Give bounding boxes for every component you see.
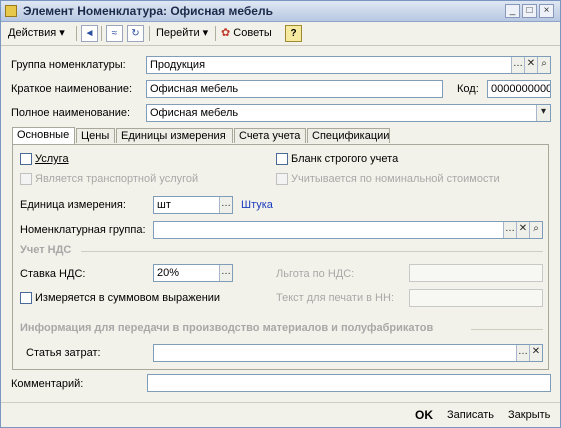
print-text-field [409, 289, 543, 307]
clear-icon[interactable]: ✕ [529, 345, 542, 361]
comment-field[interactable] [147, 374, 551, 392]
toolbar-separator [149, 26, 150, 41]
dropdown-arrow-icon[interactable]: ▾ [536, 105, 550, 121]
form-window: Элемент Номенклатура: Офисная мебель _ □… [0, 0, 561, 428]
short-name-label: Краткое наименование: [11, 83, 133, 95]
help-button[interactable]: ? [285, 25, 302, 42]
app-icon [5, 5, 17, 17]
goto-label: Перейти [156, 27, 200, 39]
full-name-label: Полное наименование: [11, 107, 131, 119]
nominal-label: Учитывается по номинальной стоимости [291, 173, 500, 185]
sum-checkbox[interactable] [20, 292, 32, 304]
unit-field[interactable]: шт … [153, 196, 233, 214]
select-button[interactable]: … [219, 197, 232, 213]
group-value: Продукция [150, 59, 206, 71]
transport-checkbox [20, 173, 32, 185]
vat-benefit-field [409, 264, 543, 282]
toolbar: Действия ▾ ◄ ≈ ↻ Перейти ▾ ✿ Советы ? [1, 22, 560, 46]
select-button[interactable]: … [511, 57, 524, 73]
minimize-button[interactable]: _ [505, 4, 520, 18]
save-button[interactable]: Записать [447, 409, 494, 421]
code-field[interactable]: 00000000000 [487, 80, 551, 98]
comment-label: Комментарий: [11, 378, 84, 390]
service-checkbox[interactable] [20, 153, 32, 165]
code-label: Код: [457, 83, 479, 95]
unit-value: шт [157, 199, 171, 211]
group-label: Группа номенклатуры: [11, 59, 126, 71]
select-button[interactable]: … [503, 222, 516, 238]
chevron-down-icon: ▾ [59, 27, 65, 39]
title-bar: Элемент Номенклатура: Офисная мебель _ □… [1, 1, 560, 22]
full-name-field[interactable]: Офисная мебель ▾ [146, 104, 551, 122]
back-arrow-icon[interactable]: ◄ [81, 25, 98, 42]
sum-label: Измеряется в суммовом выражении [35, 292, 221, 304]
search-icon[interactable]: ⌕ [537, 57, 550, 73]
vat-section-title: Учет НДС [20, 244, 72, 256]
maximize-button[interactable]: □ [522, 4, 537, 18]
tips-button[interactable]: ✿ Советы [221, 25, 272, 42]
tab-main[interactable]: Основные [12, 127, 75, 144]
vat-rate-field[interactable]: 20% … [153, 264, 233, 282]
select-button[interactable]: … [219, 265, 232, 281]
footer-bar: OK Записать Закрыть [1, 402, 560, 427]
tab-specifications[interactable]: Спецификации [307, 128, 390, 143]
section-divider [471, 329, 543, 330]
tips-icon: ✿ [221, 27, 231, 39]
ok-button[interactable]: OK [415, 408, 433, 422]
vat-rate-value: 20% [157, 267, 180, 279]
tips-label: Советы [233, 27, 272, 39]
section-divider [81, 251, 543, 252]
actions-label: Действия [8, 27, 57, 39]
refresh-icon[interactable]: ↻ [127, 25, 144, 42]
service-label: Услуга [35, 153, 69, 165]
search-icon[interactable]: ⌕ [529, 222, 542, 238]
nomen-group-field[interactable]: … ✕ ⌕ [153, 221, 543, 239]
clear-icon[interactable]: ✕ [524, 57, 537, 73]
select-button[interactable]: … [516, 345, 529, 361]
production-section-title: Информация для передачи в производство м… [20, 322, 434, 334]
short-name-field[interactable]: Офисная мебель [146, 80, 443, 98]
vat-rate-label: Ставка НДС: [20, 268, 86, 280]
close-button[interactable]: Закрыть [508, 409, 550, 421]
tab-prices[interactable]: Цены [76, 128, 115, 143]
window-title: Элемент Номенклатура: Офисная мебель [23, 4, 273, 18]
nomen-group-label: Номенклатурная группа: [20, 224, 146, 236]
unit-label: Единица измерения: [20, 199, 126, 211]
tab-panel-main: Услуга Бланк строгого учета Является тра… [12, 144, 549, 370]
goto-menu[interactable]: Перейти ▾ [156, 25, 208, 42]
document-structure-icon[interactable]: ≈ [106, 25, 123, 42]
strict-form-checkbox[interactable] [276, 153, 288, 165]
actions-menu[interactable]: Действия ▾ [8, 25, 65, 42]
vat-benefit-label: Льгота по НДС: [276, 268, 355, 280]
close-window-button[interactable]: × [539, 4, 554, 18]
unit-link[interactable]: Штука [241, 199, 273, 211]
toolbar-separator [101, 26, 102, 41]
nominal-checkbox [276, 173, 288, 185]
chevron-down-icon: ▾ [202, 27, 209, 39]
cost-item-label: Статья затрат: [26, 347, 101, 359]
transport-label: Является транспортной услугой [35, 173, 199, 185]
tab-accounts[interactable]: Счета учета [234, 128, 306, 143]
print-text-label: Текст для печати в НН: [276, 292, 394, 304]
tab-units[interactable]: Единицы измерения [116, 128, 233, 143]
group-field[interactable]: Продукция … ✕ ⌕ [146, 56, 551, 74]
toolbar-separator [76, 26, 77, 41]
clear-icon[interactable]: ✕ [516, 222, 529, 238]
cost-item-field[interactable]: … ✕ [153, 344, 543, 362]
full-name-value: Офисная мебель [150, 107, 239, 119]
strict-form-label: Бланк строгого учета [291, 153, 399, 165]
toolbar-separator [215, 26, 216, 41]
